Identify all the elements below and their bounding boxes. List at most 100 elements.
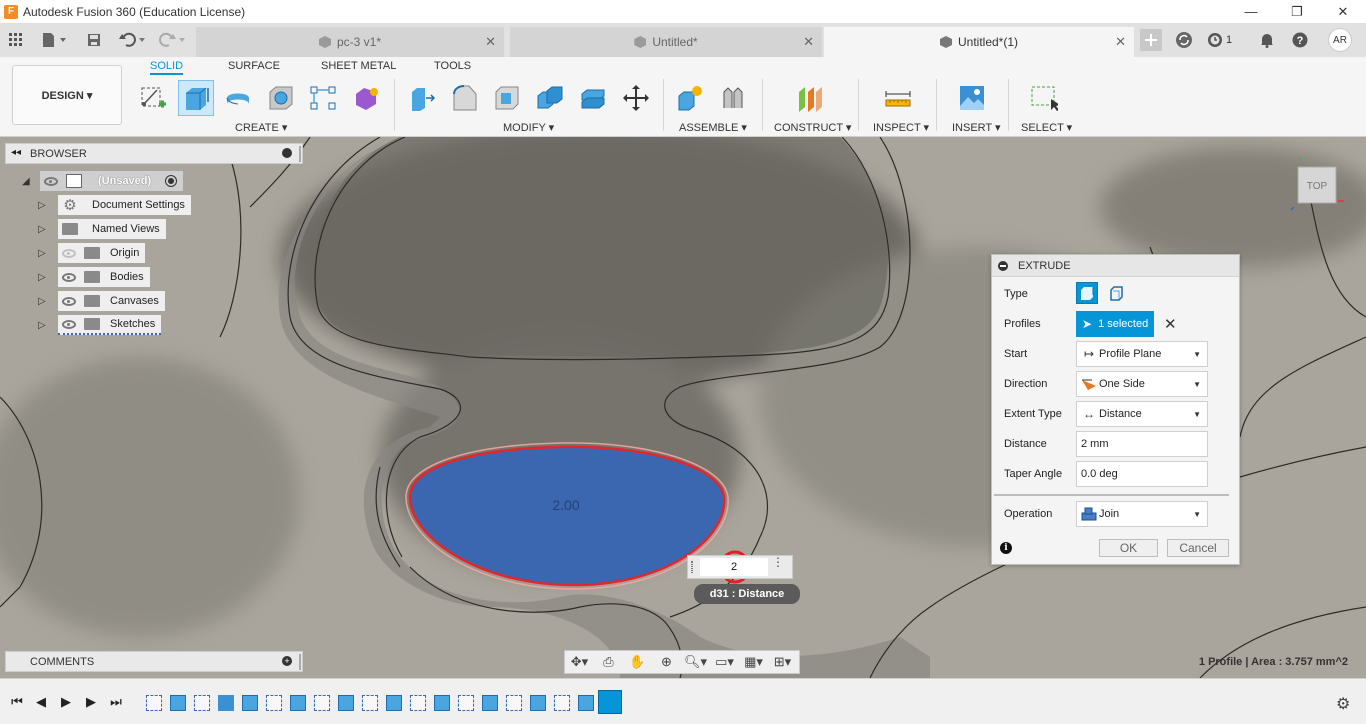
operation-dropdown[interactable]: Join ▼ — [1076, 501, 1208, 527]
start-dropdown[interactable]: ↦ Profile Plane ▼ — [1076, 341, 1208, 367]
joint-icon[interactable] — [715, 80, 751, 116]
root-chip[interactable]: (Unsaved) — [40, 171, 184, 191]
data-panel-icon[interactable] — [1173, 29, 1195, 51]
insert-canvas-icon[interactable] — [954, 80, 990, 116]
collapse-dialog-icon[interactable] — [998, 260, 1008, 271]
create-menu[interactable]: CREATE ▾ — [235, 121, 287, 134]
timeline-sketch-icon[interactable] — [362, 695, 378, 711]
profiles-select-button[interactable]: ➤ 1 selected — [1076, 311, 1154, 337]
tree-item-origin[interactable]: ▷ Origin — [38, 243, 146, 263]
extrude-dialog[interactable]: EXTRUDE Type Profiles ➤ 1 selected ✕ Sta… — [991, 254, 1240, 565]
expand-arrow-icon[interactable]: ▷ — [38, 248, 50, 259]
timeline-sketch-icon[interactable] — [554, 695, 570, 711]
extrude-tool-icon[interactable] — [178, 80, 214, 116]
fit-zoom-icon[interactable]: 🔍︎▾ — [681, 651, 710, 673]
user-avatar[interactable]: AR — [1328, 28, 1352, 52]
timeline-extrude-icon[interactable] — [338, 695, 354, 711]
tree-item-bodies[interactable]: ▷ Bodies — [38, 267, 150, 287]
expand-arrow-icon[interactable]: ▷ — [38, 320, 50, 331]
shell-icon[interactable] — [489, 80, 525, 116]
timeline-sketch-icon[interactable] — [506, 695, 522, 711]
display-settings-icon[interactable]: ▭▾ — [710, 651, 739, 673]
offset-plane-icon[interactable] — [792, 80, 828, 116]
select-menu[interactable]: SELECT ▾ — [1021, 121, 1072, 134]
timeline-sketch-icon[interactable] — [410, 695, 426, 711]
timeline-extrude-icon[interactable] — [482, 695, 498, 711]
pan-hand-icon[interactable]: ✋ — [623, 651, 652, 673]
timeline-extrude-icon[interactable] — [530, 695, 546, 711]
info-icon[interactable]: i — [1000, 542, 1012, 554]
more-options-icon[interactable]: ⋮ — [772, 556, 784, 568]
timeline-current-feature-marker[interactable] — [598, 690, 622, 714]
job-status-icon[interactable]: 1 — [1207, 29, 1239, 51]
add-comment-icon[interactable]: + — [282, 656, 292, 666]
timeline-extrude-icon[interactable] — [578, 695, 594, 711]
direction-dropdown[interactable]: One Side ▼ — [1076, 371, 1208, 397]
taper-angle-input[interactable]: 0.0 deg — [1076, 461, 1208, 487]
insert-menu[interactable]: INSERT ▾ — [952, 121, 1001, 134]
close-tab-icon[interactable]: ✕ — [1115, 34, 1126, 50]
press-pull-icon[interactable] — [404, 80, 440, 116]
create-form-icon[interactable] — [348, 80, 384, 116]
expand-arrow-icon[interactable]: ▷ — [38, 272, 50, 283]
timeline-sketch-icon[interactable] — [314, 695, 330, 711]
redo-icon[interactable] — [156, 29, 188, 51]
undo-icon[interactable] — [116, 29, 148, 51]
timeline-settings-gear-icon[interactable]: ⚙ — [1336, 694, 1350, 714]
close-window-button[interactable]: ✕ — [1320, 0, 1366, 23]
go-to-end-icon[interactable]: ⏭ — [107, 694, 125, 710]
tree-item-canvases[interactable]: ▷ Canvases — [38, 291, 165, 311]
visibility-eye-icon[interactable] — [62, 296, 76, 306]
timeline-sketch-icon[interactable] — [146, 695, 162, 711]
tree-item-sketches[interactable]: ▷ Sketches — [38, 315, 162, 335]
tab-pc-3[interactable]: pc-3 v1* ✕ — [196, 27, 504, 57]
pattern-tool-icon[interactable] — [305, 80, 341, 116]
expand-arrow-icon[interactable]: ▷ — [38, 224, 50, 235]
orbit-icon[interactable]: ✥▾ — [565, 651, 594, 673]
new-tab-icon[interactable] — [1140, 29, 1162, 51]
timeline-sketch-icon[interactable] — [194, 695, 210, 711]
panel-grip-icon[interactable] — [299, 654, 301, 670]
app-grid-icon[interactable] — [5, 29, 27, 51]
measure-icon[interactable] — [880, 80, 916, 116]
clear-selection-icon[interactable]: ✕ — [1164, 315, 1177, 333]
viewports-icon[interactable]: ⊞▾ — [768, 651, 797, 673]
fillet-icon[interactable] — [447, 80, 483, 116]
tree-chip[interactable]: Sketches — [58, 315, 162, 335]
save-icon[interactable] — [83, 29, 105, 51]
panel-grip-icon[interactable] — [299, 146, 301, 162]
tree-chip[interactable]: Canvases — [58, 291, 165, 311]
tree-item-named-views[interactable]: ▷ Named Views — [38, 219, 166, 239]
play-icon[interactable]: ▶ — [57, 694, 75, 710]
visibility-eye-icon[interactable] — [62, 248, 76, 258]
tree-chip[interactable]: Bodies — [58, 267, 150, 287]
timeline-sketch-icon[interactable] — [458, 695, 474, 711]
cancel-button[interactable]: Cancel — [1167, 539, 1229, 557]
timeline-extrude-icon[interactable] — [170, 695, 186, 711]
step-back-icon[interactable]: ◀ — [32, 694, 50, 710]
inspect-menu[interactable]: INSPECT ▾ — [873, 121, 929, 134]
timeline-canvas-icon[interactable] — [218, 695, 234, 711]
ok-button[interactable]: OK — [1099, 539, 1158, 557]
timeline-extrude-icon[interactable] — [242, 695, 258, 711]
expand-arrow-icon[interactable]: ▷ — [38, 200, 50, 211]
collapse-arrow-icon[interactable]: ◢ — [22, 176, 34, 187]
browser-minimize-icon[interactable] — [282, 148, 292, 158]
collapse-panel-icon[interactable]: ◂◂ — [11, 147, 21, 158]
help-icon[interactable]: ? — [1289, 29, 1311, 51]
assemble-menu[interactable]: ASSEMBLE ▾ — [679, 121, 747, 134]
expand-arrow-icon[interactable]: ▷ — [38, 296, 50, 307]
create-sketch-icon[interactable] — [135, 80, 171, 116]
browser-panel-header[interactable]: ◂◂ BROWSER — [5, 143, 303, 164]
zoom-icon[interactable]: ⊕ — [652, 651, 681, 673]
distance-manipulator-input[interactable] — [700, 558, 768, 576]
replace-face-icon[interactable] — [575, 80, 611, 116]
extrude-solid-type-icon[interactable] — [1076, 282, 1098, 304]
timeline-sketch-icon[interactable] — [266, 695, 282, 711]
revolve-tool-icon[interactable] — [220, 80, 256, 116]
extrude-header[interactable]: EXTRUDE — [992, 255, 1239, 277]
go-to-start-icon[interactable]: ⏮ — [8, 694, 26, 710]
notifications-bell-icon[interactable] — [1256, 29, 1278, 51]
tree-chip[interactable]: Named Views — [58, 219, 166, 239]
visibility-eye-icon[interactable] — [62, 319, 76, 329]
